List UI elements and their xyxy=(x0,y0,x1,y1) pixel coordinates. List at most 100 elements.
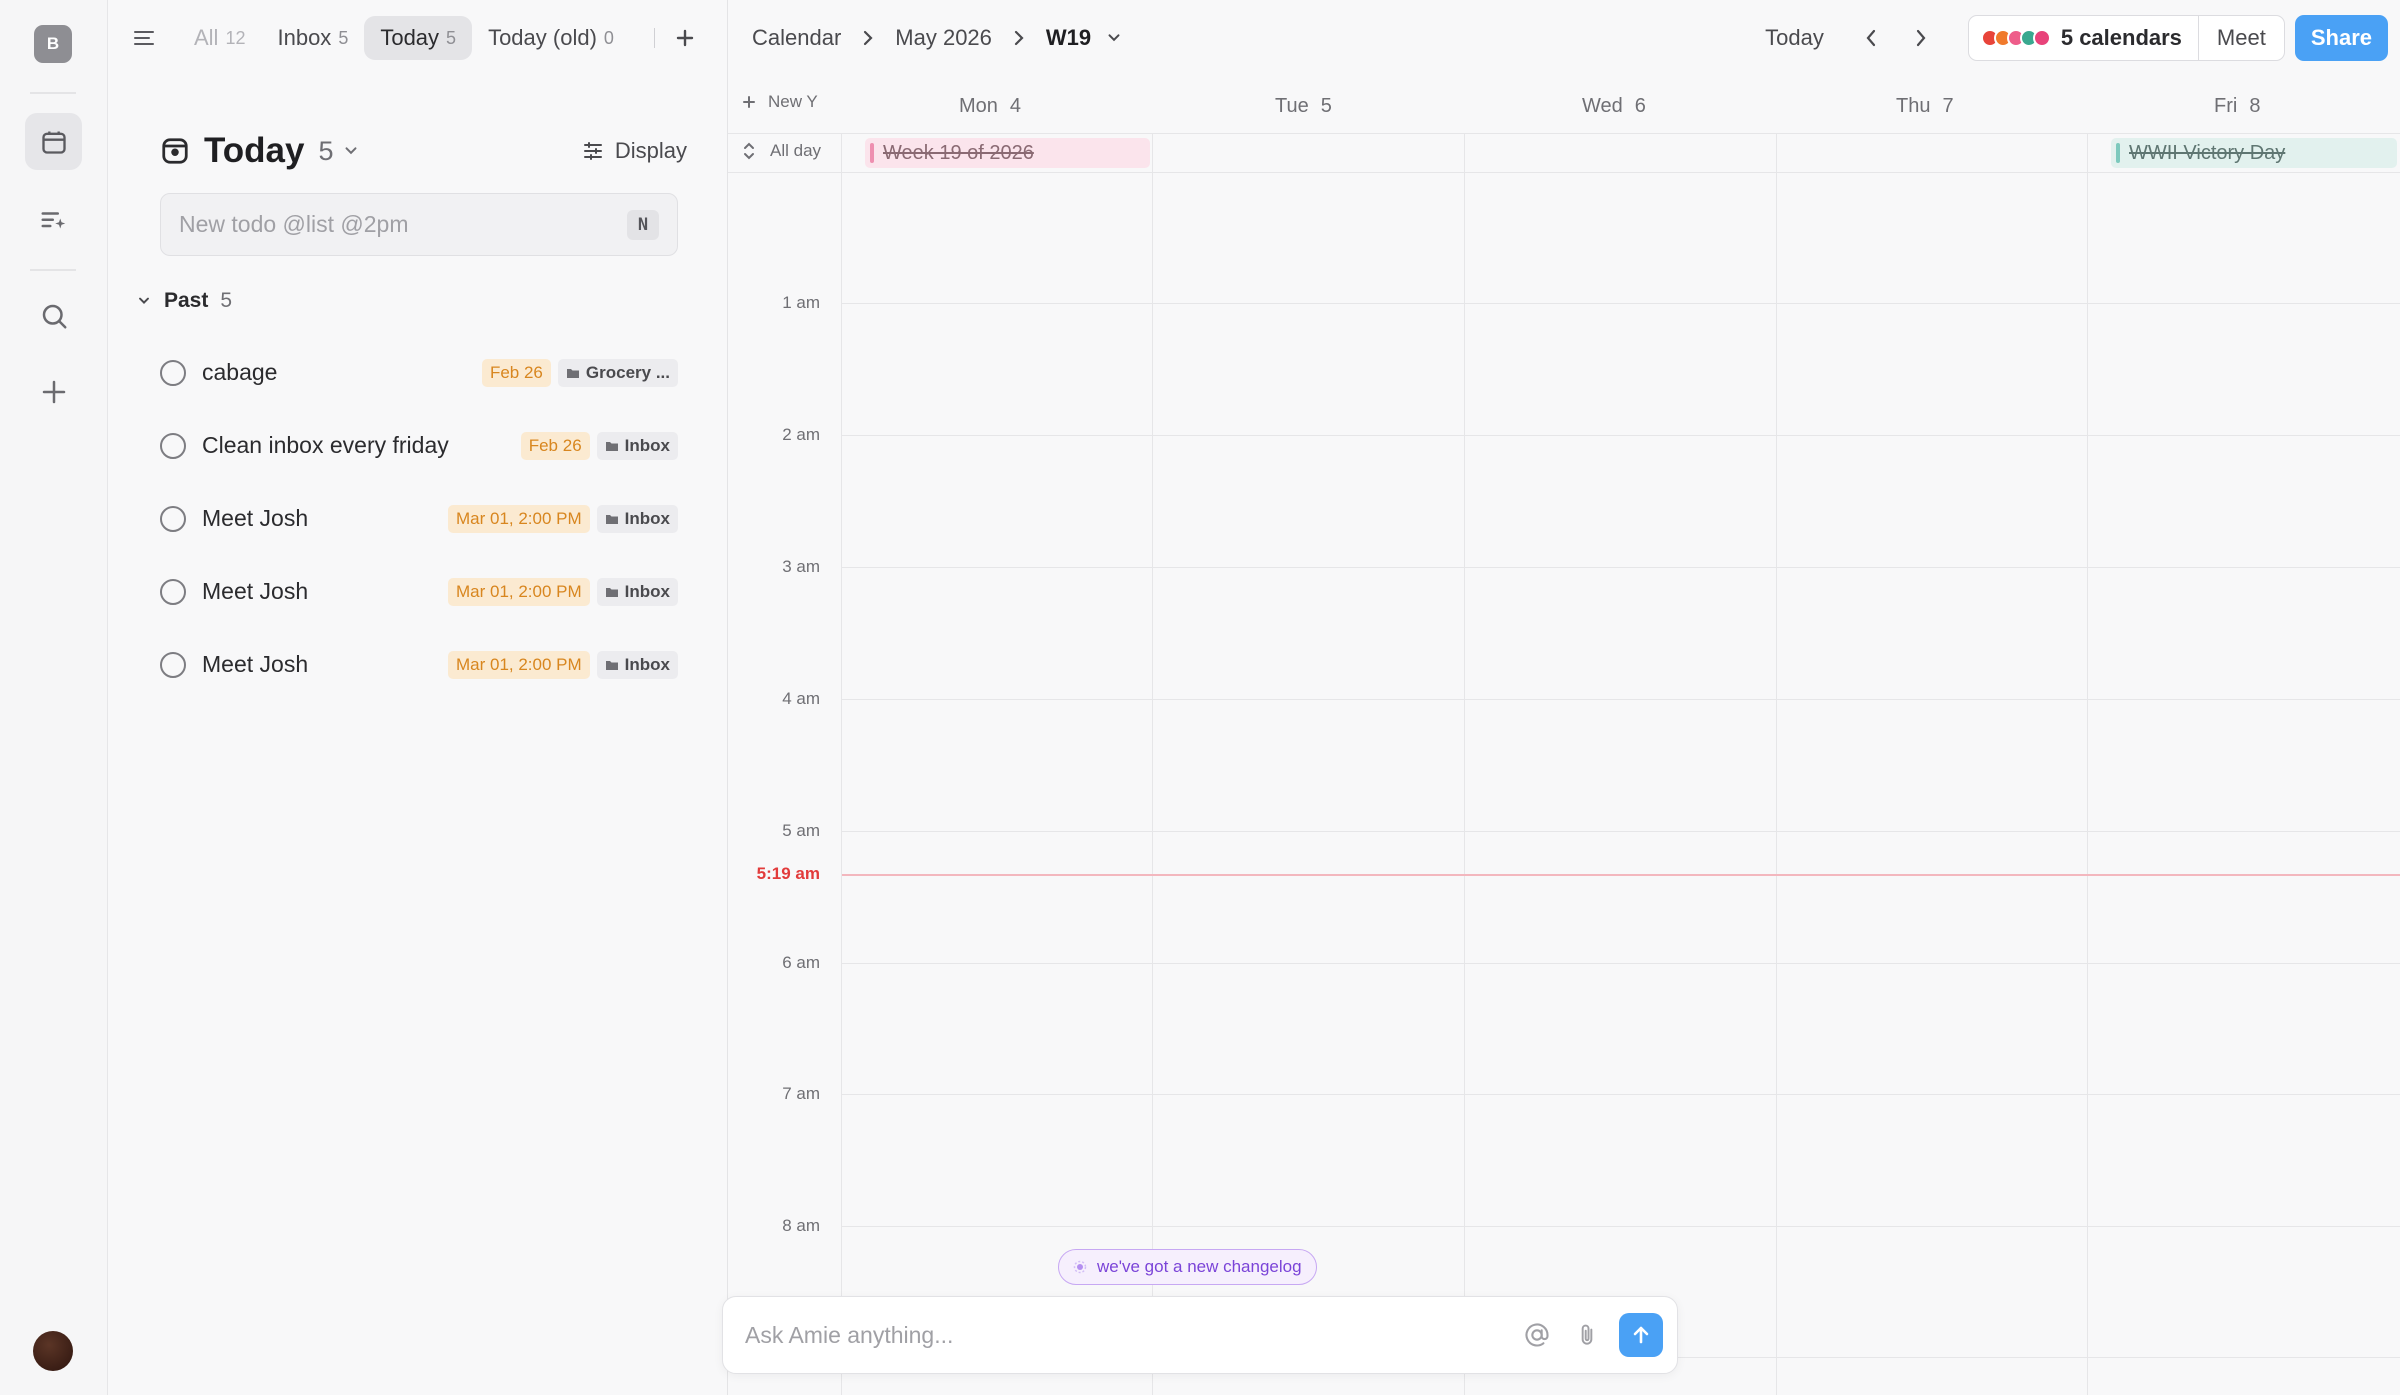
chevron-down-icon[interactable] xyxy=(342,142,360,160)
add-tab-button[interactable] xyxy=(669,22,701,54)
folder-icon xyxy=(605,587,618,597)
tab-all[interactable]: All 12 xyxy=(178,16,261,60)
grid-line xyxy=(728,133,2400,134)
all-day-toggle[interactable]: All day xyxy=(742,141,821,161)
shortcut-key: N xyxy=(627,209,659,240)
ask-amie-input[interactable] xyxy=(745,1321,1507,1349)
breadcrumb-month[interactable]: May 2026 xyxy=(895,25,992,51)
todo-checkbox[interactable] xyxy=(160,651,186,678)
menu-icon xyxy=(134,31,154,45)
breadcrumb-calendar[interactable]: Calendar xyxy=(752,25,841,51)
list-item[interactable]: Meet Josh Mar 01, 2:00 PM Inbox xyxy=(160,628,678,701)
tab-today[interactable]: Today 5 xyxy=(364,16,473,60)
todo-checkbox[interactable] xyxy=(160,359,186,386)
todo-checkbox[interactable] xyxy=(160,432,186,459)
tab-count: 5 xyxy=(446,27,457,48)
grid-line xyxy=(842,435,2400,436)
list-badge[interactable]: Grocery ... xyxy=(557,358,678,387)
tab-label: Inbox xyxy=(277,25,332,50)
sidebar-toggle-button[interactable] xyxy=(124,18,164,58)
due-date-badge[interactable]: Feb 26 xyxy=(481,358,551,387)
user-avatar[interactable] xyxy=(33,1331,73,1371)
attach-button[interactable] xyxy=(1567,1315,1607,1355)
new-todo-input[interactable] xyxy=(179,211,627,238)
new-event-button[interactable]: New Y xyxy=(742,92,818,112)
day-number: 7 xyxy=(1942,94,1954,117)
list-item[interactable]: cabage Feb 26 Grocery ... xyxy=(160,336,678,409)
search-nav-button[interactable] xyxy=(25,287,82,344)
day-header-wed[interactable]: Wed 6 xyxy=(1582,88,1646,124)
breadcrumb-week[interactable]: W19 xyxy=(1046,25,1091,51)
plus-icon xyxy=(42,380,65,403)
grid-line xyxy=(842,1094,2400,1095)
hour-label: 8 am xyxy=(782,1216,820,1235)
due-date-badge[interactable]: Feb 26 xyxy=(520,431,590,460)
today-button[interactable]: Today xyxy=(1765,25,1824,51)
hour-label: 7 am xyxy=(782,1084,820,1103)
calendar-dot xyxy=(2032,29,2051,47)
due-date-badge[interactable]: Mar 01, 2:00 PM xyxy=(447,504,590,533)
chevron-down-icon[interactable] xyxy=(1105,29,1123,47)
list-badge[interactable]: Inbox xyxy=(596,577,678,606)
due-date-badge[interactable]: Mar 01, 2:00 PM xyxy=(447,577,590,606)
hour-label: 4 am xyxy=(782,689,820,708)
grid-line xyxy=(841,133,842,1395)
todo-tabs: All 12 Inbox 5 Today 5 Today (old) 0 xyxy=(124,16,717,60)
workspace-badge[interactable]: B xyxy=(34,25,72,63)
todo-nav-button[interactable] xyxy=(25,192,82,249)
send-button[interactable] xyxy=(1619,1313,1663,1357)
section-label: Past xyxy=(164,289,209,312)
folder-icon xyxy=(605,441,618,451)
list-name: Inbox xyxy=(624,654,670,674)
breadcrumb: Calendar May 2026 W19 xyxy=(752,25,1123,51)
changelog-badge[interactable]: we've got a new changelog xyxy=(1058,1249,1317,1285)
display-button[interactable]: Display xyxy=(581,138,687,164)
day-header-thu[interactable]: Thu 7 xyxy=(1896,88,1954,124)
day-header-mon[interactable]: Mon 4 xyxy=(959,88,1021,124)
expand-icon xyxy=(744,142,754,160)
add-nav-button[interactable] xyxy=(25,363,82,420)
list-item[interactable]: Meet Josh Mar 01, 2:00 PM Inbox xyxy=(160,482,678,555)
todo-checkbox[interactable] xyxy=(160,505,186,532)
list-item[interactable]: Clean inbox every friday Feb 26 Inbox xyxy=(160,409,678,482)
todo-text: Meet Josh xyxy=(202,651,309,677)
day-header-fri[interactable]: Fri 8 xyxy=(2214,88,2260,124)
todo-checkbox[interactable] xyxy=(160,578,186,605)
folder-icon xyxy=(566,368,579,378)
calendar-view: Calendar May 2026 W19 Today 5 calendars … xyxy=(722,0,2400,1395)
grid-line xyxy=(1776,133,1777,1395)
new-todo-field[interactable]: N xyxy=(160,193,678,256)
tab-inbox[interactable]: Inbox 5 xyxy=(261,16,364,60)
calendar-nav-button[interactable] xyxy=(25,113,82,170)
list-badge[interactable]: Inbox xyxy=(596,650,678,679)
prev-week-button[interactable] xyxy=(1852,19,1890,57)
calendars-button[interactable]: 5 calendars xyxy=(1969,16,2198,60)
grid-line xyxy=(1464,133,1465,1395)
due-date-badge[interactable]: Mar 01, 2:00 PM xyxy=(447,650,590,679)
new-event-label: New Y xyxy=(768,92,818,111)
list-badge[interactable]: Inbox xyxy=(596,431,678,460)
sparkle-icon xyxy=(1073,1260,1087,1274)
list-badge[interactable]: Inbox xyxy=(596,504,678,533)
day-number: 6 xyxy=(1634,94,1646,117)
list-name: Inbox xyxy=(624,508,670,528)
ask-amie-bar xyxy=(722,1296,1678,1374)
day-header-tue[interactable]: Tue 5 xyxy=(1275,88,1332,124)
grid-line xyxy=(842,1226,2400,1227)
all-day-event[interactable]: WWII Victory Day xyxy=(2111,138,2397,168)
todo-panel: All 12 Inbox 5 Today 5 Today (old) 0 Tod… xyxy=(108,0,728,1395)
tab-today-old[interactable]: Today (old) 0 xyxy=(472,16,630,60)
next-week-button[interactable] xyxy=(1902,19,1940,57)
section-count: 5 xyxy=(220,289,233,312)
sliders-icon xyxy=(583,142,602,160)
meet-button[interactable]: Meet xyxy=(2197,16,2284,60)
section-past-toggle[interactable]: Past 5 xyxy=(136,286,232,316)
tab-label: All xyxy=(194,25,219,50)
share-button[interactable]: Share xyxy=(2294,15,2388,61)
mention-button[interactable] xyxy=(1517,1315,1557,1355)
list-item[interactable]: Meet Josh Mar 01, 2:00 PM Inbox xyxy=(160,555,678,628)
current-time-label: 5:19 am xyxy=(756,864,820,883)
rail-divider xyxy=(30,269,76,271)
list-name: Inbox xyxy=(624,581,670,601)
all-day-event[interactable]: Week 19 of 2026 xyxy=(865,138,1150,168)
